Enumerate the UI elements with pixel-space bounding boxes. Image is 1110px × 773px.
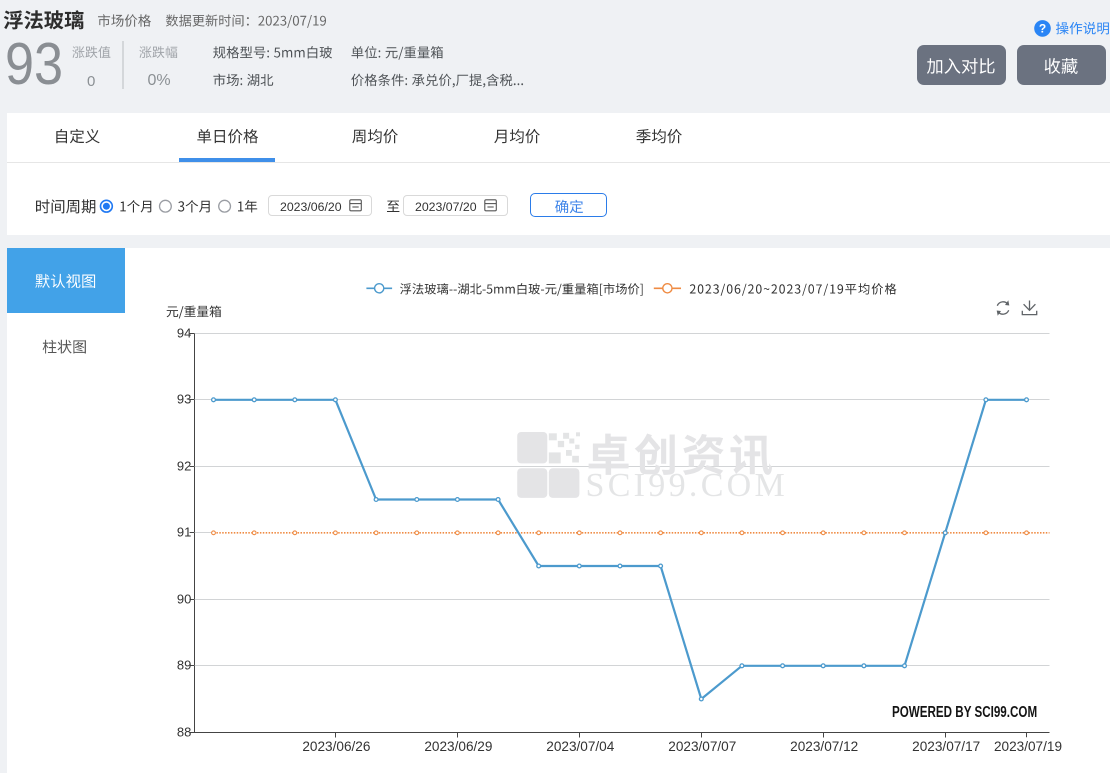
svg-text:2023/06/26: 2023/06/26 <box>302 739 370 754</box>
svg-text:2023/07/17: 2023/07/17 <box>912 739 980 754</box>
svg-text:2023/06/29: 2023/06/29 <box>424 739 492 754</box>
svg-text:2023/07/07: 2023/07/07 <box>668 739 736 754</box>
svg-text:2023/07/19: 2023/07/19 <box>994 739 1062 754</box>
svg-text:89: 89 <box>177 658 191 673</box>
svg-text:93: 93 <box>177 392 191 407</box>
svg-text:90: 90 <box>177 592 191 607</box>
svg-text:92: 92 <box>177 459 191 474</box>
svg-text:?: ? <box>1039 22 1046 36</box>
svg-text:91: 91 <box>177 525 191 540</box>
svg-text:88: 88 <box>177 725 191 740</box>
svg-text:2023/07/12: 2023/07/12 <box>790 739 858 754</box>
svg-text:94: 94 <box>177 326 191 341</box>
svg-text:2023/07/04: 2023/07/04 <box>546 739 614 754</box>
